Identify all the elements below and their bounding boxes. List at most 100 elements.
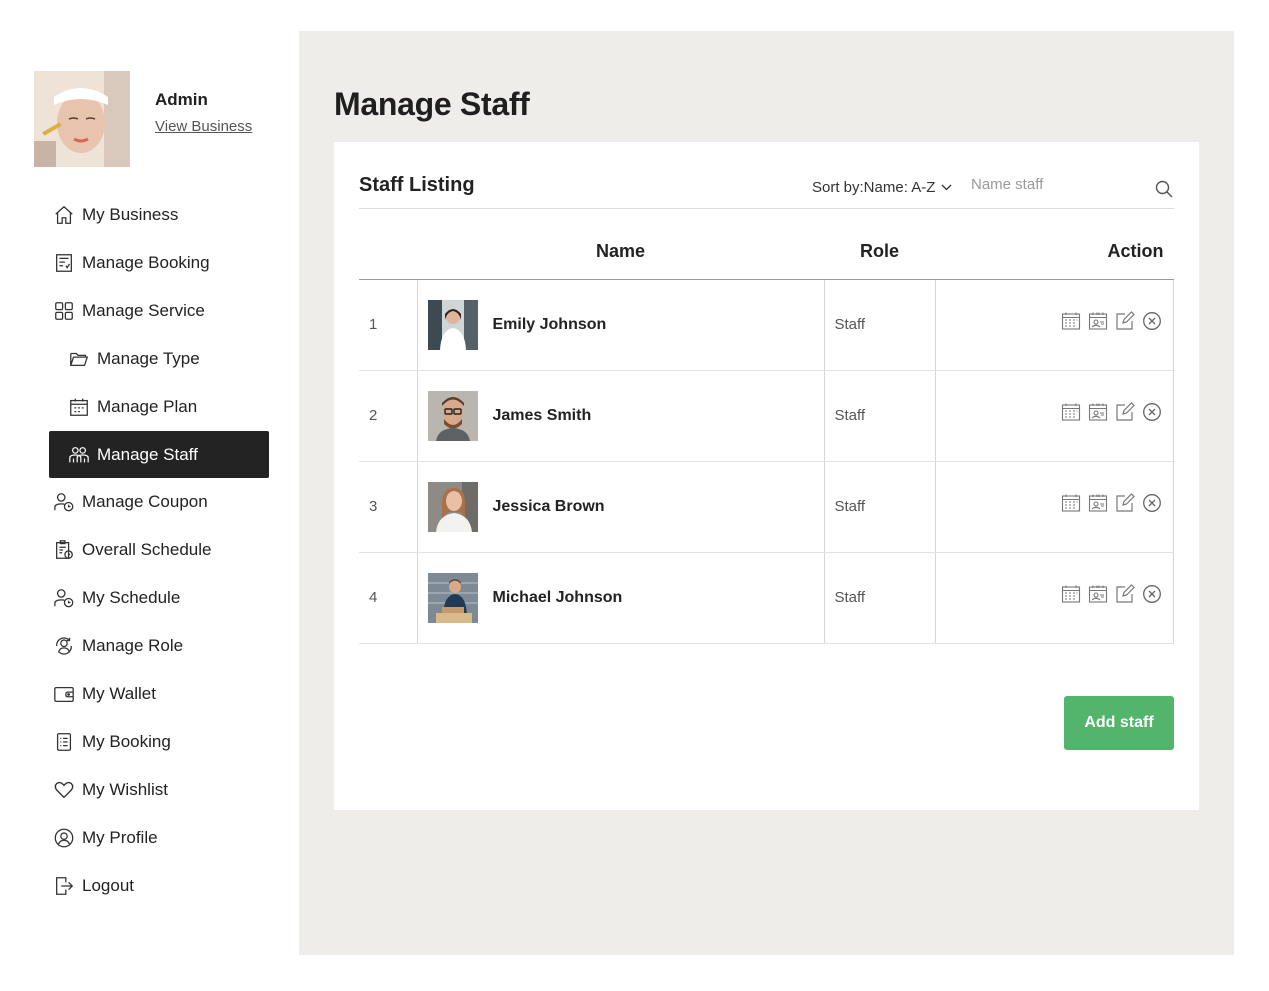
row-number: 1 [359, 279, 417, 371]
list-icon [53, 731, 75, 753]
sidebar-item-my-profile[interactable]: My Profile [49, 814, 269, 862]
people-icon [68, 444, 90, 466]
staff-schedule-icon[interactable] [1087, 401, 1109, 423]
row-number: 2 [359, 370, 417, 462]
receipt-icon [53, 252, 75, 274]
heart-icon [53, 779, 75, 801]
sidebar-item-label: My Wishlist [82, 780, 168, 799]
sidebar-item-manage-plan[interactable]: Manage Plan [49, 383, 269, 431]
staff-listing-card: Staff Listing Sort by:Name: A-Z Name Rol… [334, 142, 1199, 810]
staff-schedule-icon[interactable] [1087, 583, 1109, 605]
sidebar-item-my-business[interactable]: My Business [49, 191, 269, 239]
sidebar-item-label: My Business [82, 205, 179, 224]
staff-name[interactable]: Emily Johnson [493, 316, 607, 334]
calendar-icon [68, 396, 90, 418]
sidebar-item-label: Manage Booking [82, 253, 210, 272]
column-header-role: Role [824, 225, 935, 280]
role-icon [53, 635, 75, 657]
sidebar-item-my-wallet[interactable]: My Wallet [49, 670, 269, 718]
sidebar-item-label: Manage Service [82, 301, 205, 320]
staff-role: Staff [823, 461, 935, 553]
staff-role: Staff [823, 279, 935, 371]
logout-icon [53, 875, 75, 897]
staff-role: Staff [823, 370, 935, 462]
staff-photo [427, 299, 478, 350]
staff-photo [427, 390, 478, 441]
card-title: Staff Listing [359, 174, 475, 196]
sidebar-item-label: Manage Role [82, 636, 184, 655]
sidebar-item-label: My Booking [82, 732, 171, 751]
sidebar-nav: My Business Manage Booking Manage Servic… [49, 191, 269, 910]
profile-icon [53, 827, 75, 849]
home-icon [53, 204, 75, 226]
sidebar-item-my-schedule[interactable]: My Schedule [49, 574, 269, 622]
table-row: 4 Michael Johnson Staff [359, 552, 1174, 644]
staff-photo [427, 572, 478, 623]
sidebar-item-manage-coupon[interactable]: Manage Coupon [49, 478, 269, 526]
sidebar-item-logout[interactable]: Logout [49, 862, 269, 910]
schedule-calendar-icon[interactable] [1060, 401, 1082, 423]
sidebar-item-manage-type[interactable]: Manage Type [49, 335, 269, 383]
wallet-icon [53, 683, 75, 705]
edit-icon[interactable] [1114, 310, 1136, 332]
column-header-action: Action [935, 225, 1174, 280]
staff-schedule-icon[interactable] [1087, 310, 1109, 332]
sidebar-item-label: My Wallet [82, 684, 156, 703]
sidebar-item-label: Overall Schedule [82, 540, 212, 559]
sidebar-item-label: Manage Plan [97, 397, 198, 416]
profile-header: Admin View Business [34, 71, 252, 167]
delete-icon[interactable] [1141, 401, 1163, 423]
staff-name[interactable]: Michael Johnson [493, 589, 623, 607]
edit-icon[interactable] [1114, 492, 1136, 514]
staff-schedule-icon[interactable] [1087, 492, 1109, 514]
sidebar-item-label: Manage Type [97, 349, 200, 368]
staff-role: Staff [823, 552, 935, 644]
sidebar-item-manage-staff[interactable]: Manage Staff [49, 431, 269, 478]
folder-icon [68, 348, 90, 370]
add-staff-button[interactable]: Add staff [1064, 696, 1174, 750]
schedule-calendar-icon[interactable] [1060, 583, 1082, 605]
delete-icon[interactable] [1141, 310, 1163, 332]
page-title: Manage Staff [334, 86, 530, 122]
sidebar-item-manage-role[interactable]: Manage Role [49, 622, 269, 670]
view-business-link[interactable]: View Business [155, 118, 252, 135]
search-icon[interactable] [1154, 179, 1174, 199]
staff-photo [427, 481, 478, 532]
row-number: 4 [359, 552, 417, 644]
sidebar-item-label: My Profile [82, 828, 158, 847]
delete-icon[interactable] [1141, 583, 1163, 605]
table-row: 2 James Smith Staff [359, 370, 1174, 462]
search-input[interactable] [971, 176, 1141, 193]
sort-label: Sort by:Name: A-Z [812, 179, 936, 196]
edit-icon[interactable] [1114, 583, 1136, 605]
staff-name[interactable]: James Smith [493, 407, 592, 425]
schedule-calendar-icon[interactable] [1060, 310, 1082, 332]
table-header-row: Name Role Action [359, 225, 1174, 280]
sidebar-item-label: Manage Staff [97, 444, 198, 464]
table-row: 3 Jessica Brown Staff [359, 461, 1174, 553]
sidebar-item-label: My Schedule [82, 588, 181, 607]
table-row: 1 Emily Johnson Staff [359, 279, 1174, 371]
grid-icon [53, 300, 75, 322]
sidebar-item-label: Manage Coupon [82, 492, 208, 511]
staff-table: Name Role Action 1 Emily Johnson Staff 2… [359, 225, 1174, 644]
chevron-down-icon [941, 184, 952, 191]
schedule-calendar-icon[interactable] [1060, 492, 1082, 514]
staff-name[interactable]: Jessica Brown [493, 498, 605, 516]
column-header-name: Name [417, 225, 824, 280]
sidebar-item-label: Logout [82, 876, 134, 895]
user-name: Admin [155, 89, 208, 109]
avatar [34, 71, 130, 167]
user-clock-icon [53, 587, 75, 609]
sidebar-item-my-booking[interactable]: My Booking [49, 718, 269, 766]
sort-dropdown[interactable]: Sort by:Name: A-Z [812, 179, 952, 196]
user-clock-icon [53, 491, 75, 513]
sidebar-item-manage-service[interactable]: Manage Service [49, 287, 269, 335]
delete-icon[interactable] [1141, 492, 1163, 514]
edit-icon[interactable] [1114, 401, 1136, 423]
column-header-number [359, 225, 417, 280]
sidebar-item-manage-booking[interactable]: Manage Booking [49, 239, 269, 287]
sidebar-item-overall-schedule[interactable]: Overall Schedule [49, 526, 269, 574]
main-content: Manage Staff Staff Listing Sort by:Name:… [299, 31, 1234, 955]
sidebar-item-my-wishlist[interactable]: My Wishlist [49, 766, 269, 814]
